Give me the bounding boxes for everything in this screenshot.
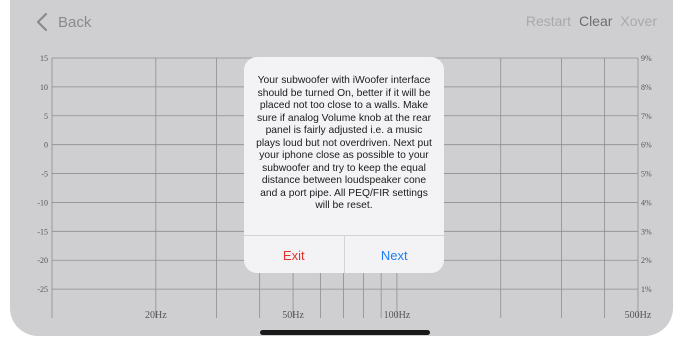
y-tick-label-right: 7%: [641, 112, 652, 121]
y-tick-label-right: 9%: [641, 54, 652, 63]
dialog-buttons: Exit Next: [244, 235, 444, 273]
back-button[interactable]: Back: [34, 10, 91, 34]
chevron-left-icon: [36, 12, 48, 32]
clear-button[interactable]: Clear: [579, 13, 612, 29]
dialog-message: Your subwoofer with iWoofer interface sh…: [256, 75, 432, 211]
y-tick-label-right: 4%: [641, 198, 652, 207]
x-tick-label: 500Hz: [625, 310, 652, 321]
y-tick-label-left: -15: [37, 227, 48, 236]
y-tick-label-left: -5: [41, 170, 48, 179]
x-tick-label: 50Hz: [282, 310, 304, 321]
x-tick-label: 20Hz: [145, 310, 167, 321]
y-tick-label-left: 0: [44, 141, 48, 150]
y-tick-label-left: -10: [37, 198, 48, 207]
xover-button[interactable]: Xover: [620, 13, 657, 29]
y-tick-label-right: 8%: [641, 83, 652, 92]
app-screen: 15 9% 10 8% 5 7% 0 6% -5 5% -10 4% -15 3% -20 2% -25 1% 20…: [10, 0, 673, 336]
toolbar-actions: Restart Clear Xover: [526, 13, 657, 29]
y-tick-label-right: 5%: [641, 170, 652, 179]
back-label: Back: [58, 13, 92, 31]
y-tick-label-right: 2%: [641, 256, 652, 265]
y-tick-label-right: 1%: [641, 285, 652, 294]
y-tick-label-left: -25: [37, 285, 48, 294]
y-tick-label-right: 6%: [641, 141, 652, 150]
home-indicator: [260, 330, 430, 335]
x-tick-label: 100Hz: [384, 310, 411, 321]
next-button[interactable]: Next: [345, 236, 445, 273]
instruction-dialog: Your subwoofer with iWoofer interface sh…: [244, 57, 444, 273]
top-bar: Back Restart Clear Xover: [10, 0, 673, 44]
y-tick-label-right: 3%: [641, 227, 652, 236]
y-tick-label-left: 10: [40, 83, 48, 92]
y-tick-label-left: 5: [44, 112, 48, 121]
restart-button[interactable]: Restart: [526, 13, 571, 29]
y-tick-label-left: 15: [40, 54, 48, 63]
y-tick-label-left: -20: [37, 256, 48, 265]
exit-button[interactable]: Exit: [244, 236, 345, 273]
